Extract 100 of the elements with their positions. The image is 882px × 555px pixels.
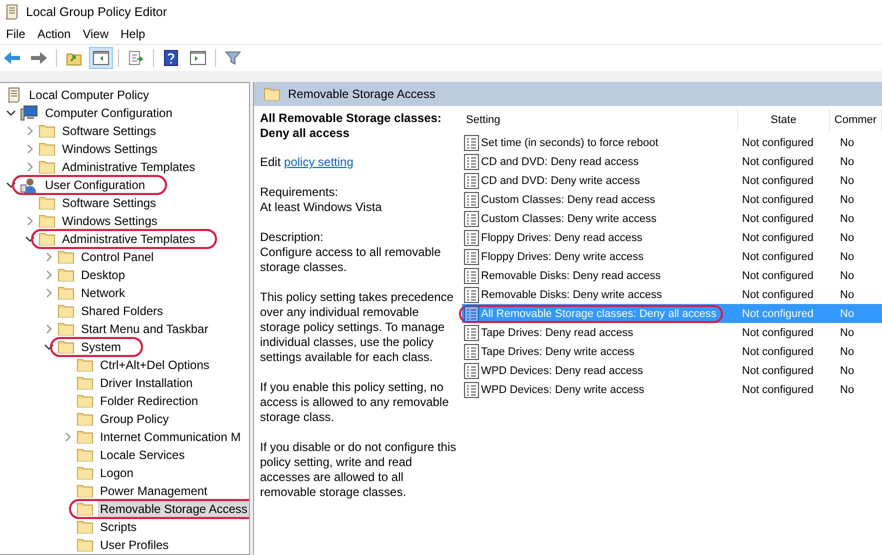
panel-title: Removable Storage Access — [288, 87, 436, 101]
setting-name: Floppy Drives: Deny read access — [481, 232, 642, 244]
chevron-right-icon[interactable] — [26, 216, 34, 226]
state-cell-text: Not configured — [741, 194, 815, 206]
chevron-right-icon[interactable] — [46, 252, 52, 262]
description-paragraph: Configure access to all removable storage classes. — [260, 245, 442, 275]
setting-row[interactable]: Floppy Drives: Deny read access Not configured No — [462, 228, 882, 247]
tree-item[interactable]: Administrative Templates — [60, 159, 198, 175]
tree-item[interactable]: Software Settings — [60, 123, 158, 139]
tree-item[interactable]: Ctrl+Alt+Del Options — [98, 357, 212, 373]
tree-item[interactable]: System — [79, 339, 124, 355]
chevron-right-icon[interactable] — [46, 288, 52, 298]
tree-item[interactable]: Network — [79, 285, 128, 301]
setting-row[interactable]: Tape Drives: Deny read access Not configured No — [462, 323, 882, 342]
state-cell-text: Not configured — [741, 308, 815, 320]
tree-item[interactable]: Computer Configuration — [43, 105, 174, 121]
setting-row[interactable]: Set time (in seconds) to force reboot Not configured No — [462, 133, 882, 152]
tree-item[interactable]: Local Computer Policy — [27, 87, 152, 103]
policy-setting-link[interactable]: policy setting — [284, 155, 354, 169]
setting-row[interactable]: WPD Devices: Deny read access Not configured No — [462, 361, 882, 380]
chevron-right-icon[interactable] — [64, 432, 72, 442]
tree-item[interactable]: User Profiles — [98, 537, 171, 553]
folder-icon — [58, 286, 74, 300]
setting-name: CD and DVD: Deny write access — [481, 174, 640, 186]
tree-item[interactable]: Removable Storage Access — [98, 501, 249, 517]
setting-row[interactable]: CD and DVD: Deny read access Not configured No — [462, 152, 882, 171]
setting-name: Removable Disks: Deny read access — [481, 270, 661, 282]
policy-setting-icon — [464, 268, 479, 284]
comment-cell-text: No — [839, 136, 856, 148]
folder-icon — [39, 196, 55, 210]
menu-item[interactable]: View — [78, 27, 116, 41]
state-cell-text: Not configured — [741, 156, 815, 168]
chevron-right-icon[interactable] — [46, 270, 52, 280]
chevron-down-icon[interactable] — [6, 110, 16, 116]
comment-cell-text: No — [839, 174, 856, 186]
setting-row[interactable]: Removable Disks: Deny write access Not configured No — [462, 285, 882, 304]
tree-item[interactable]: Scripts — [98, 519, 139, 535]
toolbar-button[interactable] — [89, 47, 113, 69]
policy-setting-icon — [464, 362, 479, 378]
chevron-right-icon[interactable] — [46, 324, 52, 334]
setting-name: Tape Drives: Deny write access — [481, 346, 634, 358]
chevron-right-icon[interactable] — [26, 162, 34, 172]
comment-cell-text: No — [839, 326, 856, 338]
properties-pane-icon — [190, 51, 206, 65]
comment-cell-text: No — [839, 346, 856, 358]
folder-icon — [77, 538, 93, 552]
folder-icon — [58, 268, 74, 282]
state-cell-text: Not configured — [741, 232, 815, 244]
column-header[interactable]: Commer — [830, 109, 882, 131]
setting-row[interactable]: Floppy Drives: Deny write access Not configured No — [462, 247, 882, 266]
tree-item[interactable]: Software Settings — [60, 195, 158, 211]
folder-icon — [39, 160, 55, 174]
tree-item[interactable]: Logon — [98, 465, 136, 481]
tree-item[interactable]: Internet Communication M — [98, 429, 243, 445]
tree-item[interactable]: Group Policy — [98, 411, 171, 427]
forward-arrow-icon — [30, 51, 48, 65]
requirements-label: Requirements: — [260, 185, 340, 200]
setting-row[interactable]: Tape Drives: Deny write access Not configured No — [462, 342, 882, 361]
chevron-down-icon[interactable] — [6, 182, 16, 188]
comment-cell-text: No — [839, 212, 856, 224]
tree-item[interactable]: Administrative Templates — [60, 231, 198, 247]
chevron-right-icon[interactable] — [26, 144, 34, 154]
setting-row[interactable]: Custom Classes: Deny write access Not configured No — [462, 209, 882, 228]
tree-item[interactable]: Power Management — [98, 483, 210, 499]
state-cell-text: Not configured — [741, 250, 815, 262]
menu-item[interactable]: Action — [33, 27, 79, 41]
setting-row[interactable]: CD and DVD: Deny write access Not configured No — [462, 171, 882, 190]
folder-icon — [58, 304, 74, 318]
menu-item[interactable]: File — [2, 27, 34, 41]
setting-name: Floppy Drives: Deny write access — [481, 250, 644, 262]
state-cell-text: Not configured — [741, 364, 815, 376]
comment-cell-text: No — [839, 270, 856, 282]
tree-item[interactable]: Windows Settings — [60, 213, 160, 229]
policy-setting-icon — [464, 172, 479, 188]
column-header[interactable]: Setting — [462, 109, 738, 131]
tree-item[interactable]: Locale Services — [98, 447, 187, 463]
column-header[interactable]: State — [738, 109, 830, 131]
policy-setting-icon — [464, 210, 479, 226]
setting-row[interactable]: WPD Devices: Deny write access Not configured No — [462, 380, 882, 399]
comment-cell-text: No — [839, 156, 856, 168]
setting-row[interactable]: Custom Classes: Deny read access Not configured No — [462, 190, 882, 209]
chevron-down-icon[interactable] — [44, 344, 54, 350]
tree-item[interactable]: Driver Installation — [98, 375, 195, 391]
chevron-right-icon[interactable] — [26, 126, 34, 136]
menu-item[interactable]: Help — [116, 27, 154, 41]
tree-item[interactable]: Shared Folders — [79, 303, 166, 319]
tree-item[interactable]: Desktop — [79, 267, 128, 283]
tree-item[interactable]: User Configuration — [43, 177, 148, 193]
tree-item[interactable]: Folder Redirection — [98, 393, 200, 409]
chevron-down-icon[interactable] — [25, 236, 35, 242]
back-arrow-icon — [3, 51, 21, 65]
folder-icon — [39, 214, 55, 228]
tree-item[interactable]: Windows Settings — [60, 141, 160, 157]
tree-item[interactable]: Start Menu and Taskbar — [79, 321, 210, 337]
policy-setting-icon — [464, 286, 479, 302]
requirements-text: At least Windows Vista — [260, 200, 383, 215]
comment-cell-text: No — [839, 364, 856, 376]
setting-row[interactable]: Removable Disks: Deny read access Not configured No — [462, 266, 882, 285]
policy-setting-icon — [464, 324, 479, 340]
tree-item[interactable]: Control Panel — [79, 249, 156, 265]
